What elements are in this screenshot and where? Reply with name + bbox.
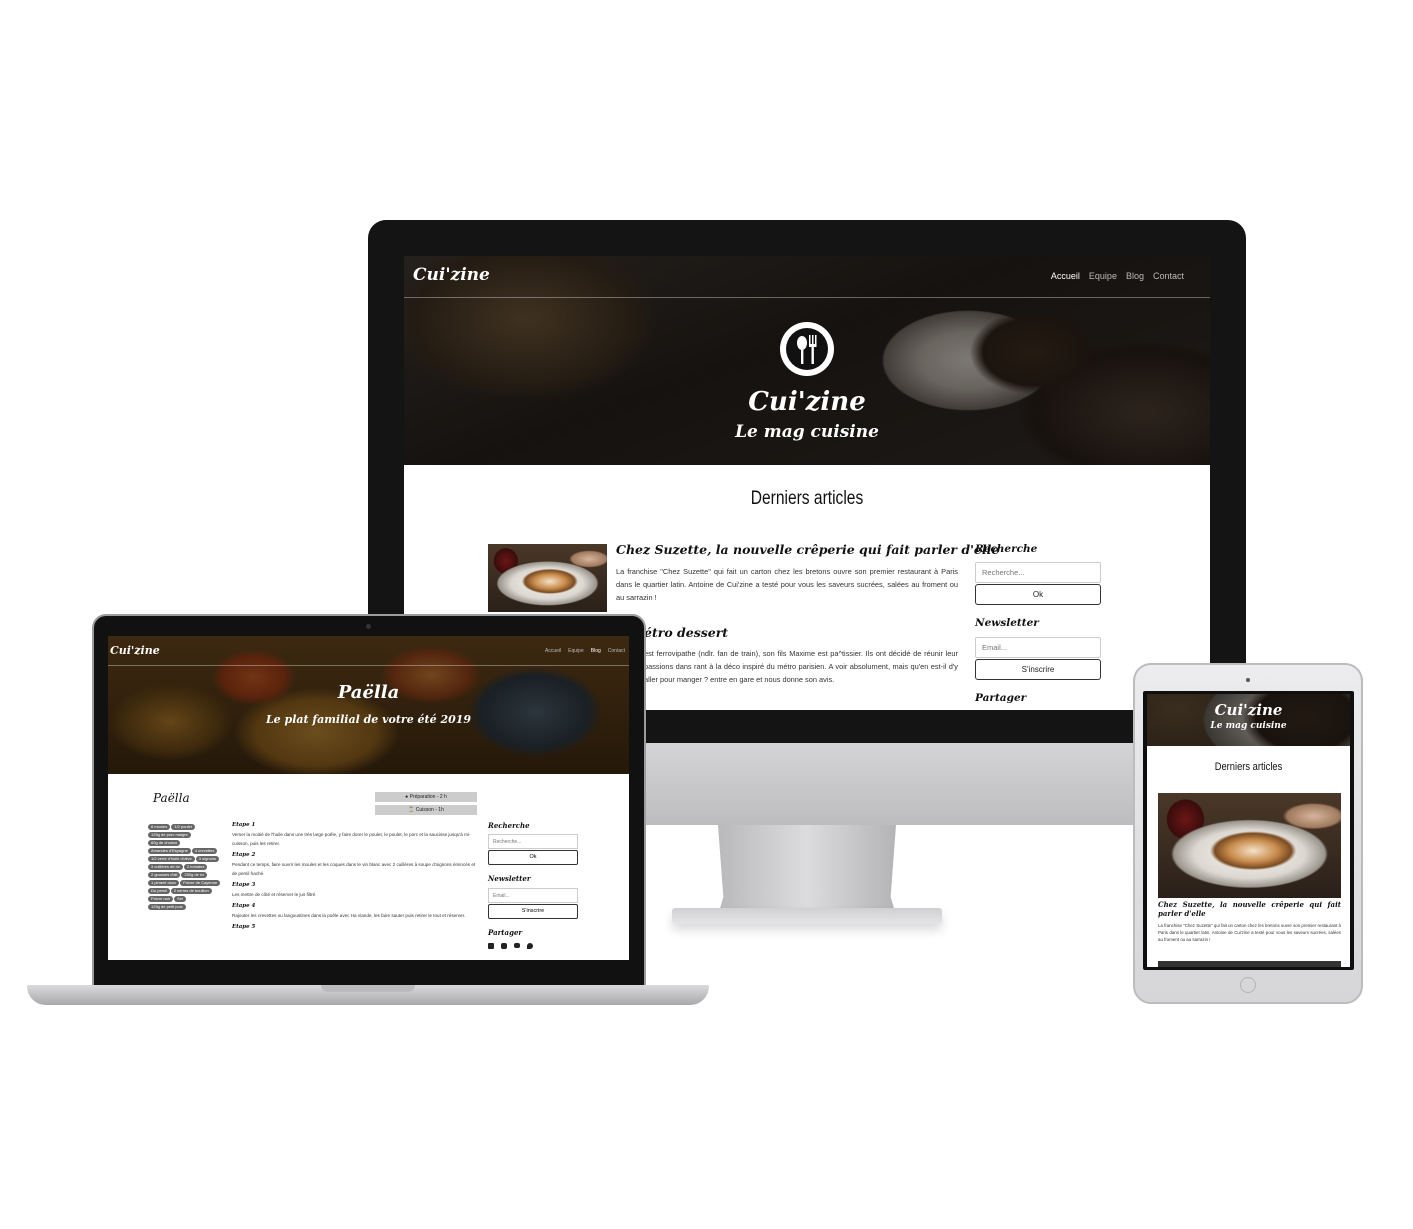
- hourglass-icon: ⌛: [408, 807, 416, 813]
- desktop-subscribe-button[interactable]: S'inscrire: [975, 659, 1101, 680]
- ingredient-tag: 125g de porc maigre: [148, 832, 191, 838]
- ingredient-tag: 2 gousses d'ail: [148, 872, 181, 878]
- ingredient-tag: 1/2 verre d'huile d'olive: [148, 856, 195, 862]
- ingredient-tag: 250g de riz: [181, 872, 208, 878]
- monitor-stand-base: [672, 908, 942, 924]
- desktop-search-input[interactable]: [975, 562, 1101, 583]
- laptop-subscribe-button[interactable]: S'inscrire: [488, 904, 578, 919]
- youtube-icon[interactable]: [514, 943, 520, 948]
- laptop-email-input[interactable]: [488, 888, 578, 903]
- tablet-article-image[interactable]: [1158, 793, 1341, 898]
- share-icons: [488, 943, 540, 949]
- tablet-home-button[interactable]: [1240, 977, 1256, 993]
- ingredient-tag: 1 piment doux: [148, 880, 180, 886]
- prep-time: Préparation - 2 h: [409, 794, 447, 800]
- tablet-hero-subtitle: Le mag cuisine: [1210, 721, 1287, 731]
- laptop-newsletter-heading: Newsletter: [488, 874, 531, 883]
- article-image-crepe[interactable]: [488, 544, 607, 612]
- step-text: Les mettre de côté et réserver le jus fi…: [232, 892, 317, 897]
- twitter-icon[interactable]: [527, 943, 533, 949]
- laptop-share-heading: Partager: [488, 928, 523, 937]
- step-title: Etape 1: [232, 822, 256, 828]
- laptop-notch: [321, 985, 415, 992]
- ingredient-tag: Poivre noir: [148, 896, 174, 902]
- laptop-nav-blog[interactable]: Blog: [591, 648, 601, 654]
- monitor-neck: [718, 825, 896, 915]
- laptop-search-heading: Recherche: [488, 821, 530, 830]
- tablet-next-article-image: [1158, 961, 1341, 967]
- step-title: Etape 4: [232, 903, 256, 909]
- recipe-title: Paëlla: [153, 791, 190, 805]
- laptop-nav: Accueil Equipe Blog Contact: [545, 648, 625, 654]
- tablet-section-title: Derniers articles: [1214, 761, 1283, 773]
- desktop-search-heading: Recherche: [975, 543, 1038, 555]
- instagram-icon[interactable]: [501, 943, 507, 949]
- desktop-share-heading: Partager: [975, 692, 1027, 704]
- tablet-article-excerpt: La franchise "Chez Suzette" qui fait un …: [1158, 923, 1341, 942]
- article-excerpt-1: La franchise "Chez Suzette" qui fait un …: [616, 567, 958, 602]
- laptop-camera: [366, 624, 371, 629]
- ingredient-tag: 4 crevettes: [191, 848, 218, 854]
- laptop-nav-divider: [108, 665, 629, 666]
- nav-accueil[interactable]: Accueil: [1051, 271, 1080, 281]
- laptop-search-button[interactable]: Ok: [488, 850, 578, 865]
- laptop-hero-title: Paëlla: [337, 682, 400, 703]
- laptop-search-input[interactable]: [488, 834, 578, 849]
- nav-contact[interactable]: Contact: [1153, 271, 1184, 281]
- desktop-hero: Cui'zine Accueil Equipe Blog Contact Cui…: [404, 256, 1210, 465]
- desktop-newsletter-heading: Newsletter: [975, 617, 1039, 629]
- laptop-hero-subtitle: Le plat familial de votre été 2019: [265, 713, 472, 726]
- ingredient-tag: 125g de petit pois: [148, 904, 186, 910]
- tablet-article-title[interactable]: Chez Suzette, la nouvelle crêperie qui f…: [1158, 900, 1341, 918]
- ingredient-tag: Amandes d'Espagne: [148, 848, 191, 854]
- ingredient-tag: Sel: [174, 896, 186, 902]
- ingredient-tag: 1/2 poulet: [171, 824, 195, 830]
- desktop-hero-title: Cui'zine: [748, 387, 866, 417]
- desktop-logo[interactable]: Cui'zine: [413, 265, 490, 285]
- desktop-hero-subtitle: Le mag cuisine: [735, 422, 879, 442]
- ingredient-tag: 2 tomates: [183, 864, 208, 870]
- recipe-steps: Etape 1 Verser la moitié de l'huile dans …: [232, 822, 478, 932]
- step-text: Pendant ce temps, faire ouvrir les moule…: [232, 862, 476, 876]
- laptop-screen: Cui'zine Accueil Equipe Blog Contact Paë…: [108, 636, 629, 960]
- ingredient-tags: 6 moules 1/2 poulet 125g de porc maigre 60g…: [148, 824, 222, 912]
- ingredient-tag: 6 moules: [148, 824, 171, 830]
- prep-time-badge: ● Préparation - 2 h: [375, 792, 477, 802]
- desktop-section-title: Derniers articles: [750, 488, 864, 509]
- ingredient-tag: 3 cuillères de riz: [148, 864, 183, 870]
- ingredient-tag: 3 oignons: [195, 856, 220, 862]
- ingredient-tag: Poivre de Cayenne: [180, 880, 221, 886]
- facebook-icon[interactable]: [488, 943, 494, 949]
- tablet-camera: [1246, 678, 1250, 682]
- nav-equipe[interactable]: Equipe: [1089, 271, 1117, 281]
- article-title-1[interactable]: Chez Suzette, la nouvelle crêperie qui f…: [616, 542, 999, 557]
- laptop-logo[interactable]: Cui'zine: [110, 644, 160, 657]
- step-text: Verser la moitié de l'huile dans une trè…: [232, 832, 471, 846]
- laptop-hero: Cui'zine Accueil Equipe Blog Contact Paë…: [108, 636, 629, 774]
- tablet-hero-title: Cui'zine: [1214, 701, 1283, 719]
- desktop-nav: Accueil Equipe Blog Contact: [1051, 271, 1184, 281]
- ingredient-tag: Du persil: [148, 888, 170, 894]
- cook-time-badge: ⌛ Cuisson - 1h: [375, 805, 477, 815]
- step-title: Etape 5: [232, 924, 256, 930]
- article-excerpt-2: est ferrovipathe (ndlr. fan de train), s…: [644, 649, 958, 684]
- laptop-nav-accueil[interactable]: Accueil: [545, 648, 561, 654]
- cook-time: Cuisson - 1h: [415, 807, 444, 813]
- nav-blog[interactable]: Blog: [1126, 271, 1144, 281]
- desktop-email-input[interactable]: [975, 637, 1101, 658]
- tablet-hero: Cui'zine Le mag cuisine: [1147, 694, 1350, 746]
- step-title: Etape 2: [232, 852, 256, 858]
- step-text: Rajouter les crevettes ou langoustines d…: [232, 913, 466, 918]
- laptop-nav-equipe[interactable]: Equipe: [568, 648, 584, 654]
- nav-divider: [404, 297, 1210, 298]
- ingredient-tag: 2 verres de bouillon: [170, 888, 212, 894]
- ingredient-tag: 60g de chorizo: [148, 840, 181, 846]
- tablet-screen: Cui'zine Le mag cuisine Derniers article…: [1147, 694, 1350, 967]
- laptop-nav-contact[interactable]: Contact: [608, 648, 625, 654]
- desktop-search-button[interactable]: Ok: [975, 584, 1101, 605]
- spoon-fork-icon: [780, 322, 834, 376]
- article-title-2[interactable]: étro dessert: [644, 625, 728, 640]
- step-title: Etape 3: [232, 882, 256, 888]
